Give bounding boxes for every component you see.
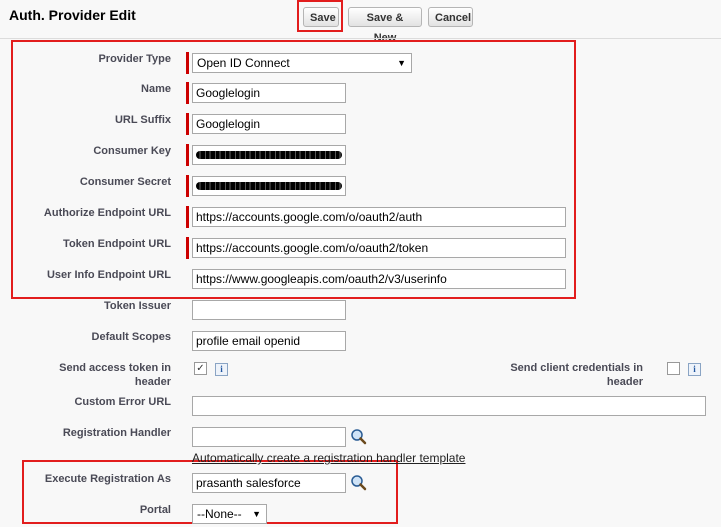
info-icon[interactable]: i	[688, 363, 701, 376]
search-icon[interactable]	[350, 428, 367, 445]
userinfo-endpoint-input[interactable]: https://www.googleapis.com/oauth2/v3/use…	[192, 269, 566, 289]
save-and-new-button[interactable]: Save & New	[348, 7, 422, 44]
send-access-token-label-line2: header	[134, 376, 171, 388]
required-indicator	[186, 237, 189, 259]
authorize-endpoint-label: Authorize Endpoint URL	[43, 207, 171, 219]
provider-type-label: Provider Type	[98, 53, 171, 65]
token-endpoint-input[interactable]: https://accounts.google.com/o/oauth2/tok…	[192, 238, 566, 258]
custom-error-url-label: Custom Error URL	[74, 396, 171, 408]
url-suffix-label: URL Suffix	[114, 114, 171, 126]
redaction-mark	[196, 182, 342, 190]
send-access-token-label: Send access token in header	[59, 361, 171, 389]
default-scopes-label: Default Scopes	[91, 331, 171, 343]
userinfo-endpoint-label: User Info Endpoint URL	[46, 269, 171, 281]
required-indicator	[186, 175, 189, 197]
required-indicator	[186, 82, 189, 104]
consumer-key-input[interactable]	[192, 145, 346, 165]
required-indicator	[186, 113, 189, 135]
consumer-secret-input[interactable]	[192, 176, 346, 196]
provider-type-select[interactable]: Open ID Connect ▼	[192, 53, 412, 73]
portal-select[interactable]: --None-- ▼	[192, 504, 267, 524]
url-suffix-input[interactable]: Googlelogin	[192, 114, 346, 134]
token-endpoint-label: Token Endpoint URL	[63, 238, 171, 250]
required-indicator	[186, 206, 189, 228]
send-client-credentials-label-line2: header	[606, 376, 643, 388]
consumer-key-label: Consumer Key	[93, 145, 171, 157]
send-access-token-checkbox[interactable]: ✓	[194, 362, 207, 375]
search-icon[interactable]	[350, 474, 367, 491]
cancel-button[interactable]: Cancel	[428, 7, 473, 27]
default-scopes-input[interactable]: profile email openid	[192, 331, 346, 351]
authorize-endpoint-input[interactable]: https://accounts.google.com/o/oauth2/aut…	[192, 207, 566, 227]
provider-type-value: Open ID Connect	[197, 56, 290, 70]
execute-registration-as-input[interactable]: prasanth salesforce	[192, 473, 346, 493]
send-client-credentials-label: Send client credentials in header	[510, 361, 643, 389]
provider-fields-highlight-box	[11, 40, 576, 299]
registration-handler-input[interactable]	[192, 427, 346, 447]
send-client-credentials-checkbox[interactable]	[667, 362, 680, 375]
redaction-mark	[196, 151, 342, 159]
registration-handler-label: Registration Handler	[62, 427, 171, 439]
token-issuer-input[interactable]	[192, 300, 346, 320]
consumer-secret-label: Consumer Secret	[79, 176, 171, 188]
custom-error-url-input[interactable]	[192, 396, 706, 416]
name-label: Name	[141, 83, 171, 95]
save-highlight-box	[297, 0, 343, 32]
create-registration-handler-link[interactable]: Automatically create a registration hand…	[192, 451, 465, 465]
chevron-down-icon: ▼	[252, 509, 261, 519]
portal-label: Portal	[139, 504, 171, 516]
chevron-down-icon: ▼	[397, 58, 406, 68]
send-access-token-label-line1: Send access token in	[59, 362, 171, 374]
required-indicator	[186, 144, 189, 166]
header-divider	[0, 38, 721, 39]
send-client-credentials-label-line1: Send client credentials in	[510, 362, 643, 374]
required-indicator	[186, 52, 189, 74]
name-input[interactable]: Googlelogin	[192, 83, 346, 103]
info-icon[interactable]: i	[215, 363, 228, 376]
token-issuer-label: Token Issuer	[103, 300, 171, 312]
portal-value: --None--	[197, 507, 242, 521]
page-title: Auth. Provider Edit	[9, 7, 136, 23]
execute-registration-as-label: Execute Registration As	[44, 473, 171, 485]
